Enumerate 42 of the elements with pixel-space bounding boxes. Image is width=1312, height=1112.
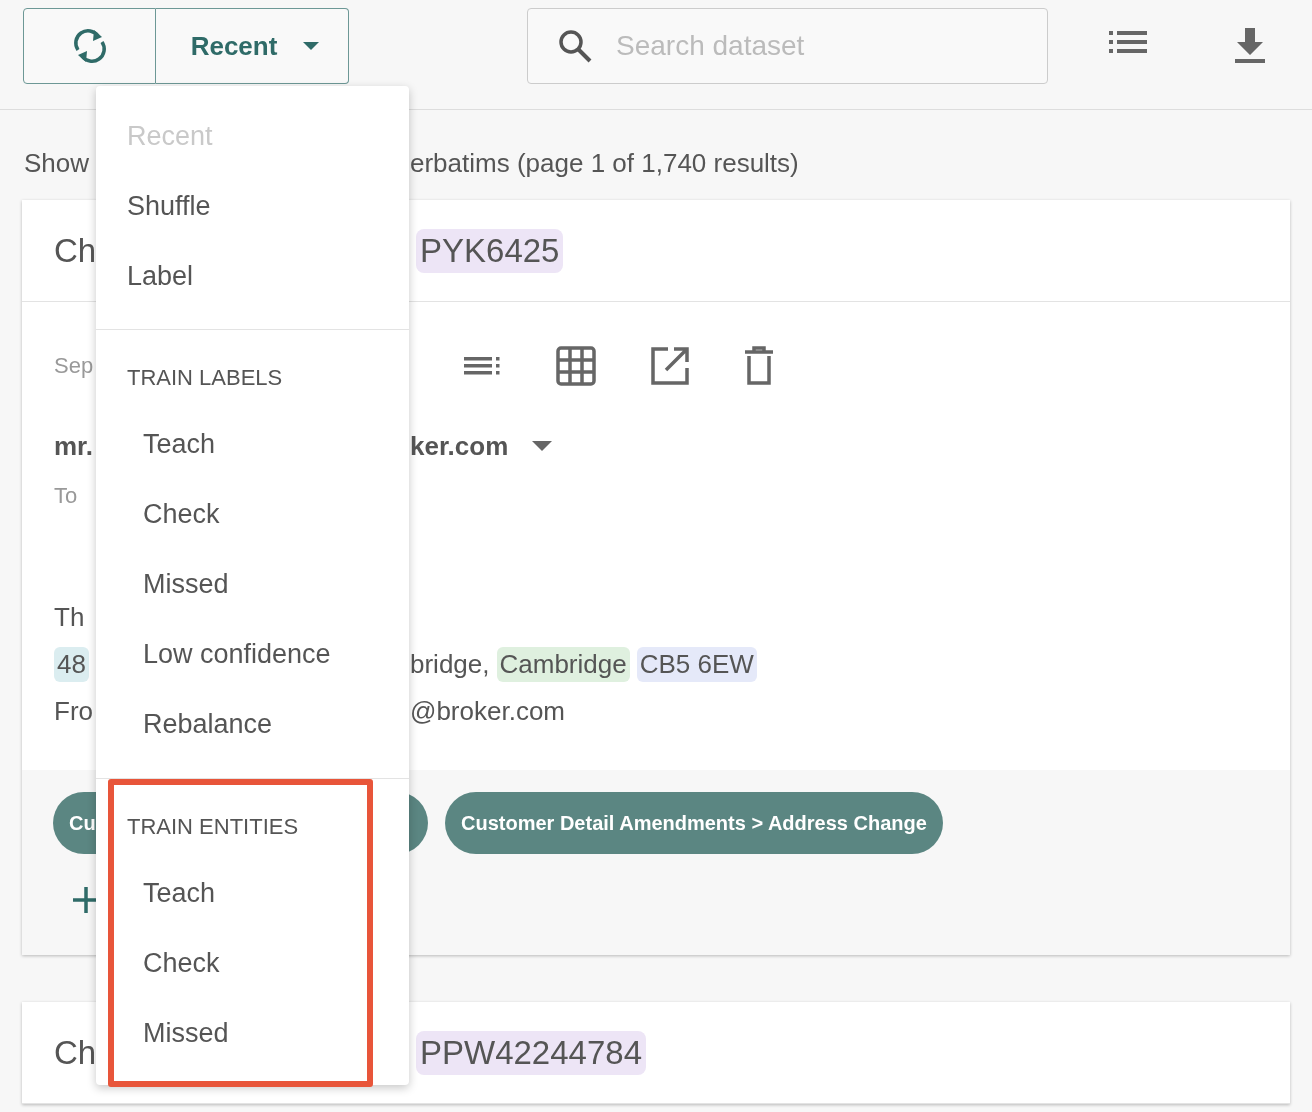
entity-highlight: CB5 6EW xyxy=(636,647,757,682)
card-title: Ch xyxy=(54,231,97,270)
search-field[interactable]: Search dataset xyxy=(527,8,1048,84)
entity-highlight: Cambridge xyxy=(496,647,630,682)
message-text: @broker.com xyxy=(410,696,565,727)
search-icon xyxy=(557,28,593,64)
menu-item[interactable]: Missed xyxy=(96,549,409,619)
grid-icon[interactable] xyxy=(556,346,596,386)
menu-item[interactable]: Check xyxy=(96,479,409,549)
menu-item[interactable]: Check xyxy=(96,928,409,998)
results-summary: erbatims (page 1 of 1,740 results) xyxy=(410,147,799,180)
menu-item[interactable]: Label xyxy=(96,241,409,311)
refresh-button[interactable] xyxy=(23,8,156,84)
list-icon[interactable] xyxy=(1109,30,1147,54)
card-title: PYK6425 xyxy=(416,228,564,273)
message-date: Sep xyxy=(54,353,94,379)
message-text: bridge, xyxy=(410,649,490,680)
card-title: Ch xyxy=(54,1033,97,1072)
menu-section-header: TRAIN LABELS xyxy=(126,364,284,392)
message-text: Th xyxy=(54,602,85,633)
sender-name: ker.com xyxy=(410,430,509,462)
caret-icon xyxy=(303,42,320,50)
entity-highlight: 48 xyxy=(54,647,89,682)
sort-dropdown[interactable]: Recent xyxy=(156,8,349,84)
external-link-icon[interactable] xyxy=(650,346,690,386)
menu-item[interactable]: Rebalance xyxy=(96,689,409,759)
menu-section-header: TRAIN ENTITIES xyxy=(126,813,300,841)
menu-item[interactable]: Teach xyxy=(96,409,409,479)
download-icon[interactable] xyxy=(1235,28,1265,64)
menu-item[interactable]: Teach xyxy=(96,858,409,928)
trash-icon[interactable] xyxy=(744,346,774,386)
card-title: PPW42244784 xyxy=(416,1030,646,1075)
menu-item[interactable]: Shuffle xyxy=(96,171,409,241)
menu-item[interactable]: Low confidence xyxy=(96,619,409,689)
caret-icon[interactable] xyxy=(532,441,553,451)
message-text: Fro xyxy=(54,696,93,727)
results-summary: Show xyxy=(24,147,90,180)
label-chip[interactable]: Customer Detail Amendments > Address Change xyxy=(445,792,943,854)
menu-item[interactable]: Missed xyxy=(96,998,409,1068)
recipient-text: To xyxy=(54,483,78,509)
sender-name: mr. xyxy=(54,430,94,462)
plus-icon[interactable] xyxy=(73,887,99,913)
